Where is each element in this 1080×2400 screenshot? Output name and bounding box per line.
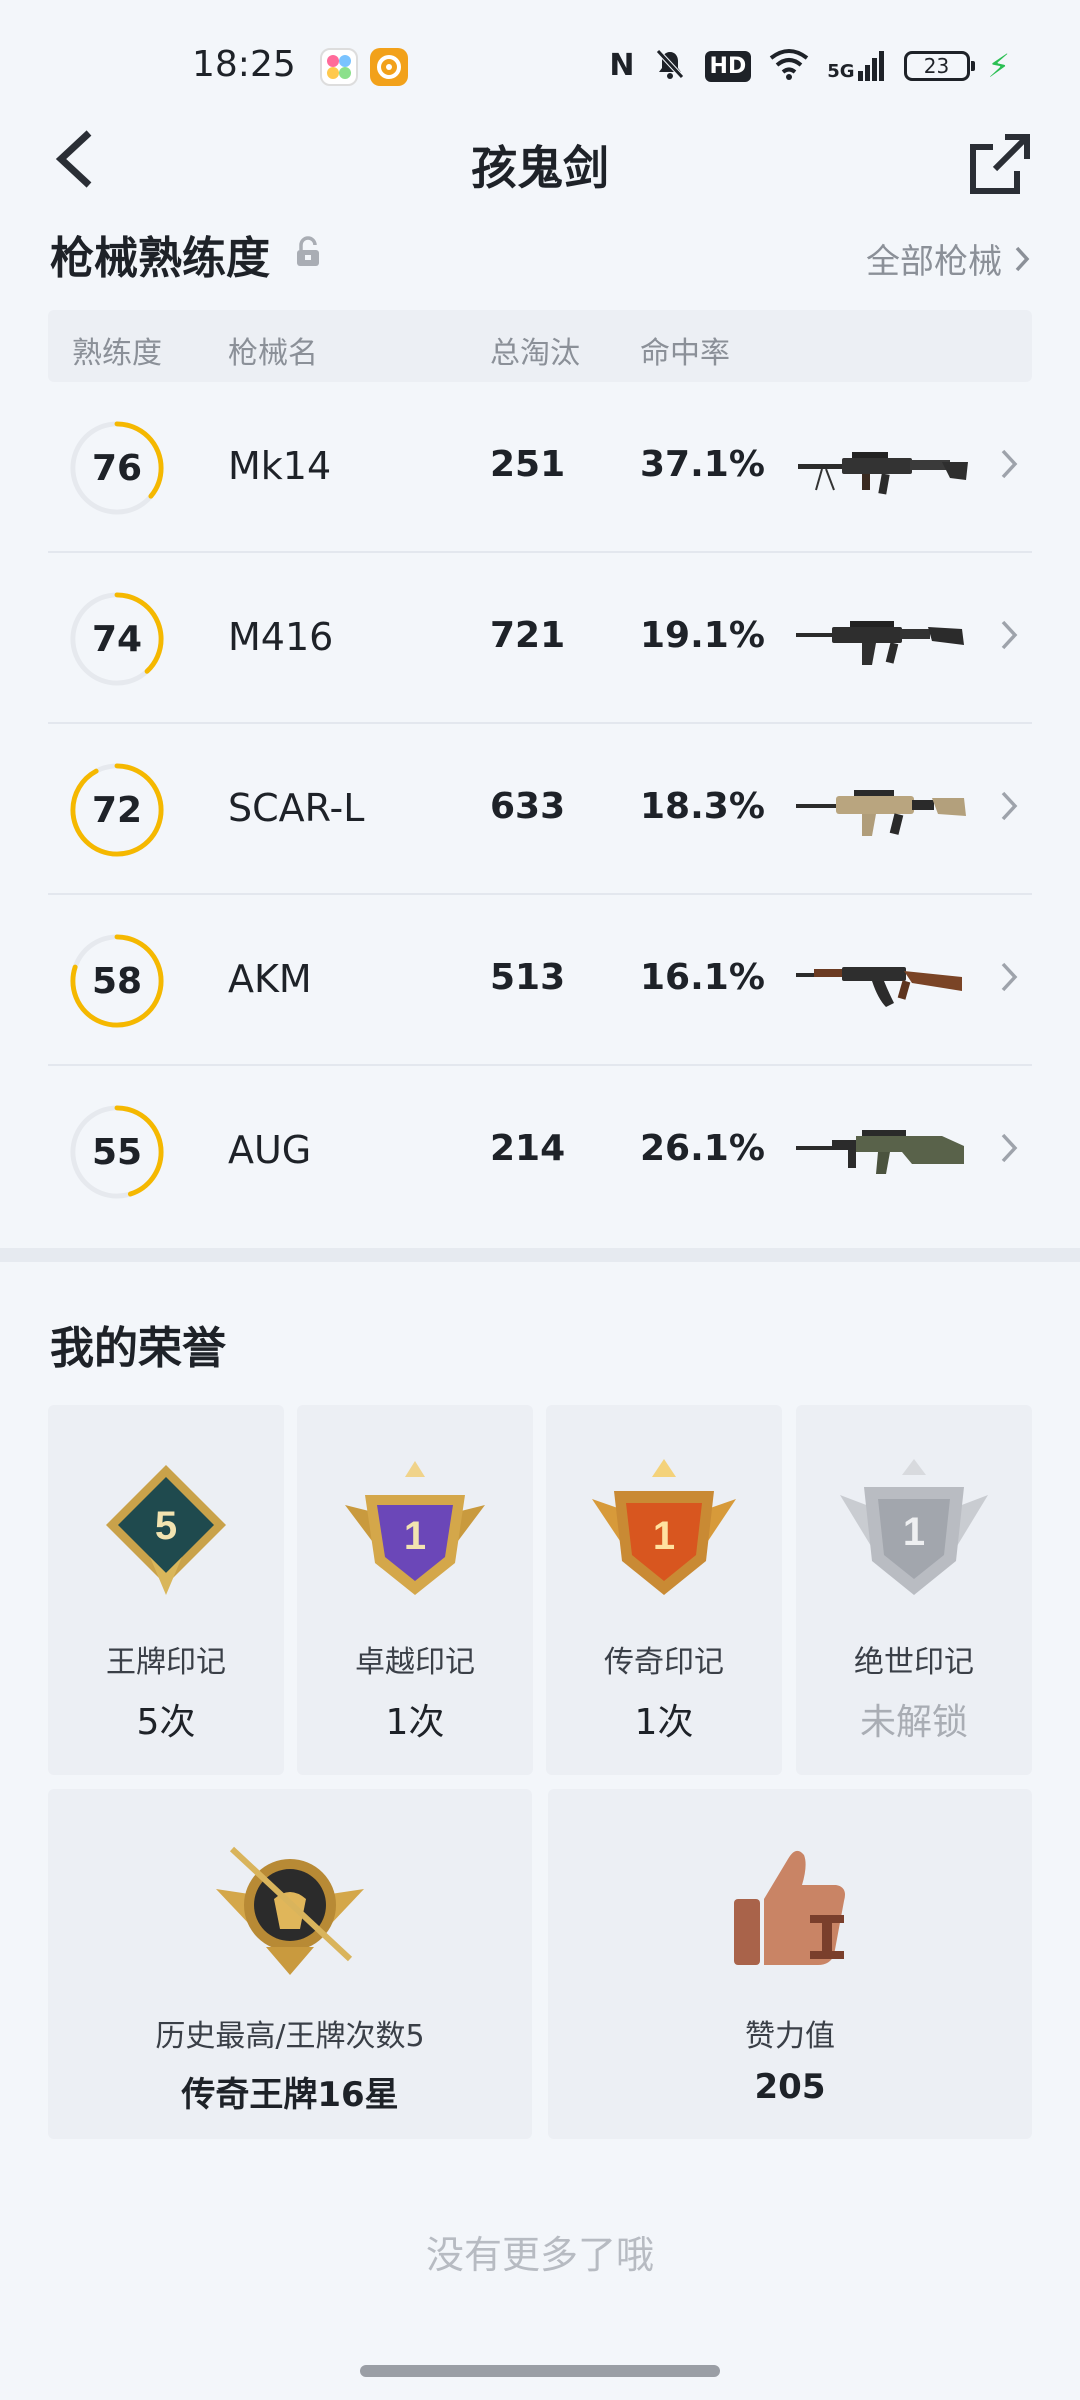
honor-card-peerless[interactable]: 1 绝世印记 未解锁 [796,1405,1032,1775]
legend-badge-number: 1 [653,1514,675,1558]
akm-rifle-image [796,967,962,1007]
honor-value-locked: 未解锁 [859,1702,968,1743]
bell-off-icon [653,47,687,85]
weapon-row-akm[interactable]: 58 AKM 513 16.1% [48,895,1032,1066]
weapon-kills: 214 [490,1128,566,1169]
honor-value: 1次 [385,1702,445,1743]
weapon-name: SCAR-L [228,786,365,830]
share-external-icon [970,134,1030,194]
weapon-name: Mk14 [228,444,332,488]
thumbs-up-icon [734,1850,845,1965]
m416-rifle-image [796,621,964,665]
likes-value: 205 [754,2067,826,2107]
section-title-weapons: 枪械熟练度 [50,233,270,284]
legend-mark-emblem-icon: 1 [592,1459,736,1595]
battery-level: 23 [923,54,950,78]
weapon-accuracy: 37.1% [640,444,765,485]
column-header-accuracy: 命中率 [640,336,730,371]
chevron-right-icon [1001,449,1018,479]
chevron-right-icon [1001,1133,1018,1163]
mk14-rifle-image [798,452,968,495]
weapon-kills: 721 [490,615,566,656]
weapon-kills: 513 [490,957,566,998]
status-time: 18:25 [192,44,296,85]
weapon-row-scar-l[interactable]: 72 SCAR-L 633 18.3% [48,724,1032,895]
end-of-list-text: 没有更多了哦 [425,2233,654,2277]
weapon-name: AKM [228,957,312,1001]
table-header: 熟练度 枪械名 总淘汰 命中率 [48,310,1032,382]
highest-rank-label: 历史最高/王牌次数5 [155,2019,425,2054]
weapon-row-m416[interactable]: 74 M416 721 19.1% [48,553,1032,724]
page-title: 孩鬼剑 [471,141,609,195]
honor-label: 卓越印记 [355,1645,475,1680]
honor-value: 5次 [136,1702,196,1743]
game-app-icon [370,48,408,86]
aug-rifle-image [796,1130,964,1174]
honor-card-excellence[interactable]: 1 卓越印记 1次 [297,1405,533,1775]
likes-label: 赞力值 [745,2019,835,2054]
highest-rank-value: 传奇王牌16星 [181,2075,399,2115]
legend-ace-rank-emblem-icon [216,1846,364,1975]
honor-section-header: 我的荣誉 [50,1312,1030,1382]
weapon-table: 熟练度 枪械名 总淘汰 命中率 76 Mk14 251 37.1% 74 M41… [48,310,1032,1237]
proficiency-value: 74 [91,618,143,660]
chevron-right-icon [1015,246,1030,271]
ace-badge-number: 5 [155,1504,177,1548]
column-header-weapon-name: 枪械名 [228,336,318,371]
weapon-name: AUG [228,1128,312,1172]
proficiency-value: 72 [91,789,143,831]
weapon-accuracy: 26.1% [640,1128,765,1169]
scar-l-rifle-image [796,790,966,836]
section-title-honors: 我的荣誉 [50,1323,226,1374]
weapon-row-mk14[interactable]: 76 Mk14 251 37.1% [48,382,1032,553]
chevron-right-icon [1001,620,1018,650]
honor-label: 绝世印记 [854,1645,974,1680]
column-header-kills: 总淘汰 [490,336,580,371]
app-notification-icon [320,48,358,86]
weapon-section-header: 枪械熟练度 全部枪械 [50,222,1030,292]
all-weapons-link[interactable]: 全部枪械 [866,234,1030,283]
excellence-mark-emblem-icon: 1 [345,1461,485,1595]
hd-icon: HD [704,50,752,82]
lock-icon [295,236,321,272]
honor-label: 王牌印记 [106,1645,226,1680]
weapon-name: M416 [228,615,334,659]
highest-rank-card[interactable]: 历史最高/王牌次数5 传奇王牌16星 [48,1789,532,2139]
weapon-accuracy: 18.3% [640,786,765,827]
proficiency-value: 55 [91,1131,143,1173]
proficiency-value: 58 [91,960,143,1002]
column-header-proficiency: 熟练度 [72,336,162,371]
wifi-icon [769,48,809,84]
all-weapons-label: 全部枪械 [866,242,1002,282]
honor-value: 1次 [634,1702,694,1743]
signal-5g-icon: 5G [827,51,885,81]
weapon-kills: 633 [490,786,566,827]
share-button[interactable] [960,124,1040,204]
weapon-kills: 251 [490,444,566,485]
honor-label: 传奇印记 [604,1645,724,1680]
chevron-right-icon [1001,962,1018,992]
battery-icon: 23 [903,51,975,81]
weapon-accuracy: 16.1% [640,957,765,998]
peerless-mark-emblem-icon: 1 [840,1459,988,1595]
ace-mark-emblem-icon: 5 [106,1465,226,1595]
honor-card-legend[interactable]: 1 传奇印记 1次 [546,1405,782,1775]
nfc-icon: N [609,48,635,83]
weapon-accuracy: 19.1% [640,615,765,656]
honor-card-ace[interactable]: 5 王牌印记 5次 [48,1405,284,1775]
charging-icon: ⚡ [987,47,1010,85]
proficiency-value: 76 [91,447,143,489]
top-nav-bar: 孩鬼剑 [0,110,1080,210]
excellence-badge-number: 1 [404,1514,426,1558]
home-indicator[interactable] [360,2365,720,2377]
section-divider [0,1248,1080,1262]
likes-card[interactable]: 赞力值 205 [548,1789,1032,2139]
weapon-row-aug[interactable]: 55 AUG 214 26.1% [48,1066,1032,1237]
chevron-right-icon [1001,791,1018,821]
peerless-badge-number: 1 [903,1510,925,1554]
